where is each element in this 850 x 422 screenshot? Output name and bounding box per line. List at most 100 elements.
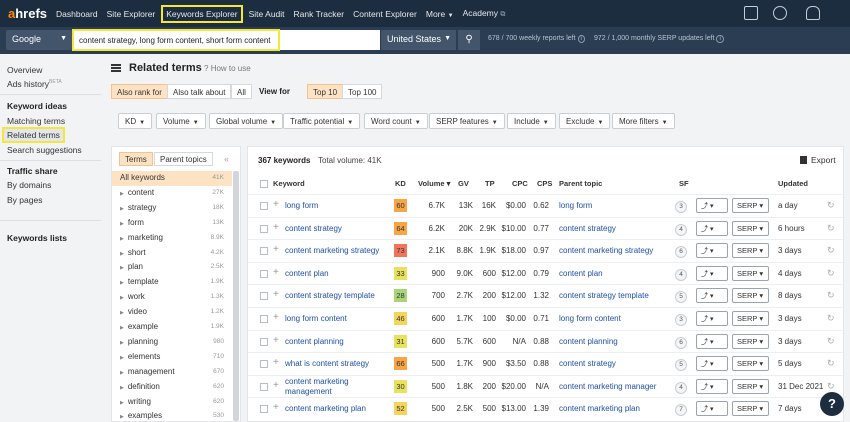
parent-topic-link[interactable]: content plan (559, 269, 603, 278)
filter-traffic-potential[interactable]: Traffic potential ▼ (283, 113, 361, 129)
country-select[interactable]: United States ▼ (381, 30, 456, 50)
add-to-list-icon[interactable]: + (273, 312, 279, 323)
filter-global-volume[interactable]: Global volume ▼ (209, 113, 284, 129)
term-list-item[interactable]: ▶ example 1.9K (112, 320, 232, 335)
serp-features-count[interactable]: 6 (675, 246, 687, 259)
nav-academy[interactable]: Academy ⧉ (463, 8, 506, 19)
nav-site-explorer[interactable]: Site Explorer (107, 9, 156, 19)
parent-topic-link[interactable]: long form content (559, 314, 621, 323)
refresh-icon[interactable]: ↻ (827, 290, 835, 301)
expand-arrow-icon[interactable]: ▶ (120, 265, 124, 271)
sidebar-item-by-pages[interactable]: By pages (7, 195, 42, 205)
nav-content-explorer[interactable]: Content Explorer (353, 9, 417, 19)
column-kd[interactable]: KD (395, 179, 406, 188)
sidebar-item-overview[interactable]: Overview (7, 65, 42, 75)
expand-arrow-icon[interactable]: ▶ (120, 400, 124, 406)
keyword-link[interactable]: content marketing management (285, 377, 365, 397)
tab-also-talk-about[interactable]: Also talk about (167, 84, 232, 99)
refresh-icon[interactable]: ↻ (827, 223, 835, 234)
how-to-use-link[interactable]: ? How to use (204, 64, 251, 73)
collapse-panel-icon[interactable]: « (224, 154, 229, 164)
apps-grid-icon[interactable] (744, 6, 758, 20)
expand-arrow-icon[interactable]: ▶ (120, 310, 124, 316)
serp-dropdown[interactable]: SERP ▾ (732, 333, 769, 349)
tab-parent-topics[interactable]: Parent topics (154, 152, 213, 166)
row-checkbox[interactable] (260, 360, 268, 369)
refresh-icon[interactable]: ↻ (827, 200, 835, 211)
row-checkbox[interactable] (260, 247, 268, 256)
serp-features-count[interactable]: 6 (675, 336, 687, 349)
tab-all[interactable]: All (231, 84, 252, 99)
tab-top10[interactable]: Top 10 (307, 84, 344, 99)
nav-rank-tracker[interactable]: Rank Tracker (294, 9, 345, 19)
user-avatar-icon[interactable] (773, 6, 787, 20)
serp-dropdown[interactable]: SERP ▾ (732, 243, 769, 259)
select-all-checkbox[interactable] (260, 180, 268, 188)
term-list-item[interactable]: ▶ examples 530 (112, 409, 232, 421)
trend-dropdown[interactable]: ⤴ ▾ (696, 288, 728, 304)
expand-arrow-icon[interactable]: ▶ (120, 414, 124, 420)
help-button[interactable]: ? (820, 392, 844, 416)
expand-arrow-icon[interactable]: ▶ (120, 236, 124, 242)
keyword-link[interactable]: content plan (285, 269, 329, 278)
term-list-item[interactable]: ▶ plan 2.5K (112, 260, 232, 275)
expand-arrow-icon[interactable]: ▶ (120, 295, 124, 301)
add-to-list-icon[interactable]: + (273, 402, 279, 413)
refresh-icon[interactable]: ↻ (827, 336, 835, 347)
filter-exclude[interactable]: Exclude ▼ (559, 113, 611, 129)
notifications-icon[interactable] (806, 6, 820, 20)
serp-features-count[interactable]: 4 (675, 268, 687, 281)
serp-dropdown[interactable]: SERP ▾ (732, 356, 769, 372)
expand-arrow-icon[interactable]: ▶ (120, 206, 124, 212)
serp-dropdown[interactable]: SERP ▾ (732, 378, 769, 394)
nav-dashboard[interactable]: Dashboard (56, 9, 98, 19)
parent-topic-link[interactable]: content planning (559, 337, 618, 346)
serp-dropdown[interactable]: SERP ▾ (732, 220, 769, 236)
parent-topic-link[interactable]: content strategy (559, 224, 616, 233)
trend-dropdown[interactable]: ⤴ ▾ (696, 220, 728, 236)
sidebar-item-matching-terms[interactable]: Matching terms (7, 116, 65, 126)
term-list-item[interactable]: ▶ marketing 8.9K (112, 231, 232, 246)
serp-features-count[interactable]: 3 (675, 201, 687, 213)
info-icon[interactable]: i (716, 35, 724, 43)
serp-features-count[interactable]: 7 (675, 404, 687, 417)
refresh-icon[interactable]: ↻ (827, 358, 835, 369)
column-sf[interactable]: SF (679, 179, 689, 188)
export-button[interactable]: Export (800, 155, 836, 165)
trend-dropdown[interactable]: ⤴ ▾ (696, 378, 728, 394)
tab-also-rank-for[interactable]: Also rank for (111, 84, 168, 99)
expand-arrow-icon[interactable]: ▶ (120, 355, 124, 361)
column-tp[interactable]: TP (485, 179, 495, 188)
term-list-item[interactable]: ▶ strategy 18K (112, 201, 232, 216)
keyword-link[interactable]: what is content strategy (285, 359, 369, 368)
trend-dropdown[interactable]: ⤴ ▾ (696, 401, 728, 417)
sidebar-item-by-domains[interactable]: By domains (7, 180, 51, 190)
info-icon[interactable]: i (577, 35, 585, 43)
serp-features-count[interactable]: 4 (675, 381, 687, 394)
term-list-item[interactable]: ▶ definition 620 (112, 380, 232, 395)
ahrefs-logo[interactable]: ahrefs (8, 6, 56, 21)
row-checkbox[interactable] (260, 292, 268, 301)
expand-arrow-icon[interactable]: ▶ (120, 191, 124, 197)
term-list-item[interactable]: ▶ planning 980 (112, 335, 232, 350)
expand-arrow-icon[interactable]: ▶ (120, 385, 124, 391)
sidebar-heading-keywords-lists[interactable]: Keywords lists (7, 233, 67, 243)
sidebar-item-related-terms[interactable]: Related terms (2, 127, 65, 143)
trend-dropdown[interactable]: ⤴ ▾ (696, 265, 728, 281)
term-list-item[interactable]: All keywords 41K (112, 171, 232, 186)
term-list-item[interactable]: ▶ short 4.2K (112, 246, 232, 261)
add-to-list-icon[interactable]: + (273, 335, 279, 346)
add-to-list-icon[interactable]: + (273, 199, 279, 210)
keyword-link[interactable]: content strategy (285, 224, 342, 233)
add-to-list-icon[interactable]: + (273, 267, 279, 278)
refresh-icon[interactable]: ↻ (827, 313, 835, 324)
parent-topic-link[interactable]: content strategy template (559, 291, 649, 300)
row-checkbox[interactable] (260, 382, 268, 391)
row-checkbox[interactable] (260, 405, 268, 414)
keywords-input-extension[interactable] (280, 30, 380, 50)
serp-dropdown[interactable]: SERP ▾ (732, 401, 769, 417)
term-list-item[interactable]: ▶ form 13K (112, 216, 232, 231)
expand-arrow-icon[interactable]: ▶ (120, 280, 124, 286)
keywords-input[interactable]: content strategy, long form content, sho… (72, 29, 280, 51)
serp-features-count[interactable]: 5 (675, 359, 687, 372)
